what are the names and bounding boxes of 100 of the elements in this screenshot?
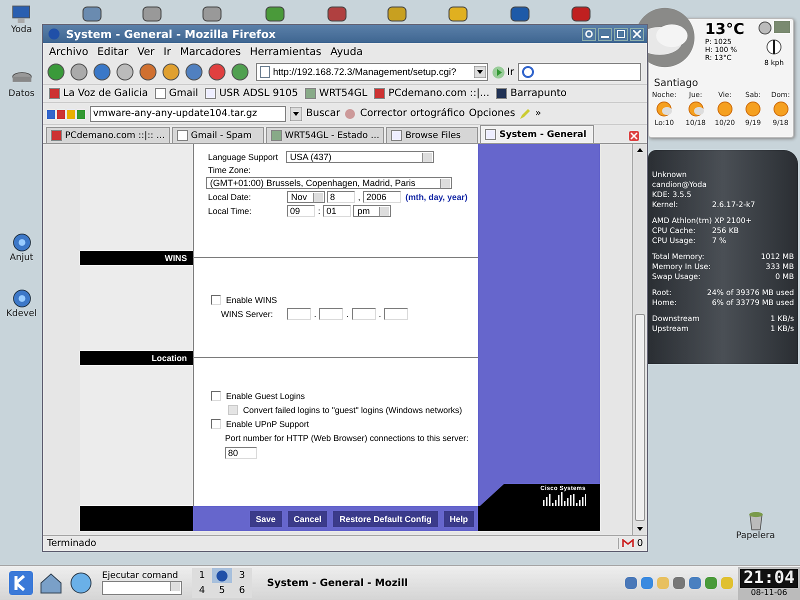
search-field[interactable] bbox=[518, 63, 642, 81]
wind-gauge-icon bbox=[766, 37, 782, 57]
clock-time: 21:04 bbox=[740, 569, 798, 588]
app-icon[interactable] bbox=[10, 232, 32, 253]
globe-icon[interactable] bbox=[68, 570, 94, 596]
hour-field[interactable]: 09 bbox=[287, 205, 315, 217]
field-label: Time Zone: bbox=[208, 165, 252, 175]
desktop-icon-label[interactable]: Anjut bbox=[10, 253, 34, 263]
sun-icon bbox=[744, 100, 762, 118]
menu-item[interactable]: Editar bbox=[97, 46, 128, 58]
menu-item[interactable]: Ver bbox=[137, 46, 155, 58]
globe-icon bbox=[48, 28, 60, 40]
bookmark-link[interactable]: Barrapunto bbox=[496, 88, 567, 99]
address-field[interactable]: http://192.168.72.3/Management/setup.cgi? bbox=[256, 63, 488, 81]
app-icon[interactable] bbox=[10, 288, 32, 309]
timezone-dropdown[interactable]: (GMT+01:00) Brussels, Copenhagen, Madrid, Paris bbox=[206, 177, 452, 189]
temperature: 13°C bbox=[705, 21, 746, 38]
bookmark-link[interactable]: Gmail bbox=[155, 88, 198, 99]
ampm-dropdown[interactable]: pm bbox=[353, 205, 392, 217]
desktop-switcher[interactable]: 1 bbox=[192, 568, 212, 583]
circle-icon bbox=[585, 30, 593, 38]
search-button[interactable]: Buscar bbox=[306, 108, 340, 119]
desktop-switcher[interactable]: 5 bbox=[212, 583, 232, 598]
port-field[interactable]: 80 bbox=[225, 447, 257, 459]
scrollbar[interactable] bbox=[632, 144, 647, 535]
checkbox[interactable] bbox=[211, 391, 221, 401]
form-button[interactable]: Cancel bbox=[288, 510, 328, 526]
globe-icon bbox=[216, 570, 228, 582]
menu-item[interactable]: Archivo bbox=[49, 46, 88, 58]
go-button[interactable]: Ir bbox=[489, 66, 518, 78]
more-chevron[interactable]: » bbox=[535, 108, 542, 119]
year-field[interactable]: 2006 bbox=[363, 191, 402, 203]
sun-cloud-icon bbox=[686, 100, 705, 118]
browser-tab[interactable]: PCdemano.com ::|:: ... bbox=[46, 127, 170, 143]
bookmark-link[interactable]: La Voz de Galicia bbox=[49, 88, 148, 99]
field-label: Local Time: bbox=[208, 206, 252, 216]
run-command-label: Ejecutar comand bbox=[102, 571, 180, 581]
spell-check-button[interactable]: Corrector ortográfico bbox=[360, 108, 465, 119]
mail-notifier[interactable]: 0 bbox=[618, 538, 643, 549]
form-button[interactable]: Help bbox=[444, 510, 474, 526]
separator: : bbox=[317, 206, 322, 216]
close-icon bbox=[629, 131, 639, 141]
k-menu-icon[interactable] bbox=[8, 570, 34, 596]
close-button[interactable] bbox=[630, 28, 644, 40]
desktop-switcher[interactable]: 4 bbox=[192, 583, 212, 598]
language-dropdown[interactable]: USA (437) bbox=[286, 151, 434, 163]
desktop-icon-label[interactable]: Kdevel bbox=[6, 309, 37, 319]
dropdown-icon[interactable] bbox=[290, 106, 302, 120]
options-button[interactable]: Opciones bbox=[468, 108, 516, 119]
browser-tab[interactable]: System - General bbox=[480, 125, 594, 143]
bookmark-link[interactable]: WRT54GL bbox=[305, 88, 368, 99]
menu-item[interactable]: Ir bbox=[164, 46, 171, 58]
desktop-switcher[interactable] bbox=[212, 568, 232, 583]
search-query-field[interactable]: vmware-any-any-update104.tar.gz bbox=[90, 106, 286, 122]
maximize-button[interactable] bbox=[614, 28, 628, 40]
minute-field[interactable]: 01 bbox=[323, 205, 352, 217]
ip-octet-field[interactable] bbox=[319, 308, 344, 320]
bookmark-link[interactable]: PCdemano.com ::|... bbox=[374, 88, 490, 99]
menu-item[interactable]: Herramientas bbox=[250, 46, 322, 58]
checkbox-option[interactable]: Enable WINS bbox=[211, 295, 478, 305]
bookmark-link[interactable]: USR ADSL 9105 bbox=[205, 88, 298, 99]
browser-tab[interactable]: WRT54GL - Estado ... bbox=[266, 127, 384, 143]
checkbox-option[interactable]: Enable UPnP Support bbox=[211, 419, 478, 429]
desktop-switcher[interactable]: 6 bbox=[232, 583, 252, 598]
ip-octet-field[interactable] bbox=[287, 308, 311, 320]
date-format-hint: (mth, day, year) bbox=[405, 192, 468, 202]
minimize-button[interactable] bbox=[598, 28, 612, 40]
desktop-switcher[interactable]: 3 bbox=[232, 568, 252, 583]
field-label: Local Date: bbox=[208, 192, 252, 202]
menu-item[interactable]: Marcadores bbox=[180, 46, 241, 58]
sticky-button[interactable] bbox=[582, 28, 596, 40]
month-dropdown[interactable]: Nov bbox=[287, 191, 325, 203]
ip-octet-field[interactable] bbox=[384, 308, 408, 320]
day-field[interactable]: 8 bbox=[327, 191, 355, 203]
browser-tab[interactable]: Gmail - Spam bbox=[172, 127, 264, 143]
separator: . bbox=[345, 309, 350, 319]
computer-icon[interactable] bbox=[10, 4, 32, 25]
sun-cloud-icon bbox=[655, 100, 674, 118]
browser-tab[interactable]: Browse Files bbox=[386, 127, 478, 143]
checkbox-option[interactable]: Enable Guest Logins bbox=[211, 391, 478, 401]
ip-octet-field[interactable] bbox=[352, 308, 376, 320]
form-button[interactable]: Restore Default Config bbox=[333, 510, 438, 526]
section-heading: Location bbox=[150, 352, 188, 365]
section-heading: WINS bbox=[164, 252, 188, 265]
menu-item[interactable]: Ayuda bbox=[330, 46, 363, 58]
desktop-icon-label[interactable]: Datos bbox=[8, 89, 35, 99]
desktop-icon-label[interactable]: Papelera bbox=[736, 531, 776, 541]
close-icon bbox=[633, 30, 641, 38]
desktop-icon-label[interactable]: Yoda bbox=[10, 25, 32, 35]
globe-icon[interactable] bbox=[758, 21, 772, 35]
dropdown-icon[interactable] bbox=[474, 66, 486, 78]
close-tab-button[interactable] bbox=[629, 131, 639, 141]
status-text: Terminado bbox=[47, 538, 96, 549]
play-icon bbox=[492, 66, 505, 78]
run-command-field[interactable] bbox=[102, 581, 182, 595]
checkbox[interactable] bbox=[211, 419, 221, 429]
field-label: Language Support bbox=[208, 152, 278, 162]
checkbox[interactable] bbox=[211, 295, 221, 305]
form-button[interactable]: Save bbox=[250, 510, 282, 526]
sun-icon bbox=[716, 100, 734, 118]
